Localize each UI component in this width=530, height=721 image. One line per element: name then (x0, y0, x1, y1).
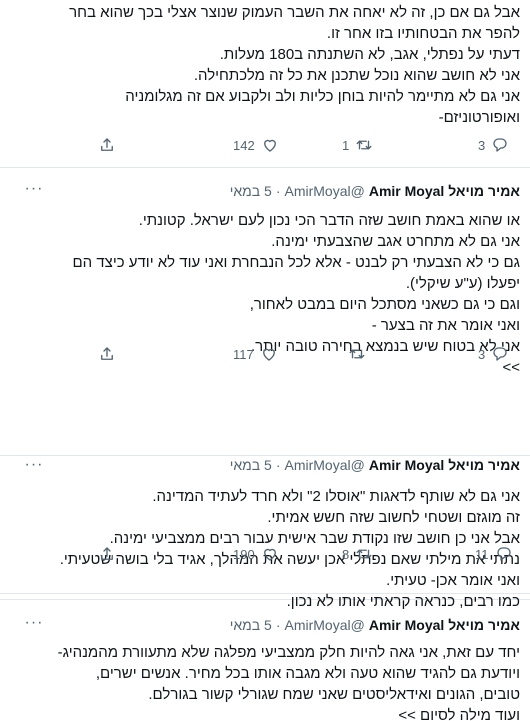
retweet-icon (356, 549, 372, 559)
tweet-line: ויודעת גם להגיד שהוא טעה ולא מגבה אותו ב… (95, 665, 520, 682)
tweet-line: אני גם לא מתחרט אגב שהצבעתי ימינה. (271, 233, 520, 250)
heart-icon (263, 139, 276, 152)
tweet-actions: 3 117 (0, 342, 530, 366)
retweet-button[interactable]: 8 (342, 542, 373, 566)
more-icon[interactable]: ··· (22, 180, 46, 202)
heart-icon (263, 548, 276, 561)
tweet[interactable]: אמיר מויאל Amir Moyal @AmirMoyal · 5 במא… (0, 168, 530, 456)
reply-icon (493, 138, 507, 152)
reply-icon (496, 547, 511, 561)
reply-count: 3 (478, 346, 486, 362)
reply-count: 3 (478, 137, 486, 153)
tweet-line: ועוד מילה לסיום >> (398, 707, 520, 721)
tweet-line: גם כי לא הצבעתי רק לבנט - אלא לכל הנבחרת… (72, 254, 520, 271)
tweet-time[interactable]: 5 במאי (230, 180, 272, 202)
author-handle[interactable]: @AmirMoyal (285, 180, 365, 202)
tweet[interactable]: אבל גם אם כן, זה לא יאחה את השבר העמוק ש… (0, 0, 530, 168)
tweet-line: ואופורטוניזם- (438, 109, 520, 126)
share-button[interactable] (98, 342, 116, 366)
share-button[interactable] (98, 133, 116, 157)
tweet-line: ואני אומר אכן- טעיתי. (386, 572, 520, 589)
like-count: 190 (233, 546, 255, 562)
author-handle[interactable]: @AmirMoyal (285, 614, 365, 636)
tweet-line: טובים, הגונים ואידאליסטים שאני שמח שגורל… (148, 686, 520, 703)
share-icon (101, 547, 113, 560)
separator-dot: · (275, 617, 281, 633)
like-count: 117 (233, 346, 254, 362)
retweet-count: 1 (342, 137, 350, 153)
tweet-line: יפעלו (ע"ע שיקלי). (405, 275, 520, 292)
tweet[interactable]: אמיר מויאל Amir Moyal @AmirMoyal · 5 במא… (0, 600, 530, 721)
reply-count: 11 (475, 546, 489, 562)
tweet-line: יחד עם זאת, אני גאה להיות חלק ממצביעי מפ… (57, 644, 520, 661)
retweet-icon (356, 140, 372, 150)
share-icon (101, 138, 113, 151)
author-name[interactable]: אמיר מויאל Amir Moyal (369, 180, 520, 202)
tweet-line: להפר את הבטחותיו בזו אחר זו. (326, 25, 520, 42)
tweet-line: או שהוא באמת חושב שזה הדבר הכי נכון לעם … (138, 212, 520, 229)
tweet-line: זה מוגזם ושטחי לחשוב שזה חשש אמיתי. (267, 509, 520, 526)
reply-button[interactable]: 11 (475, 542, 513, 566)
heart-icon (262, 348, 275, 361)
tweet-header: אמיר מויאל Amir Moyal @AmirMoyal · 5 במא… (25, 180, 521, 202)
tweet-line: דעתי על נפתלי, אגב, לא השתנתה ב180 מעלות… (219, 46, 520, 63)
tweet-text: אבל גם אם כן, זה לא יאחה את השבר העמוק ש… (36, 2, 520, 128)
tweet-body[interactable]: אני גם לא שותף לדאגות "אוסלו 2" ולא חרד … (0, 456, 530, 610)
more-icon[interactable]: ··· (22, 614, 46, 636)
reply-button[interactable]: 3 (478, 133, 509, 157)
tweet-line: ואני אומר את זה בצער - (371, 317, 520, 334)
tweet-line: אני לא חושב שהוא נוכל שתכנן את כל זה מלכ… (193, 67, 520, 84)
reply-icon (493, 347, 507, 361)
tweet-actions: 11 8 190 (0, 542, 530, 566)
tweet-actions: 3 1 142 (0, 133, 530, 157)
tweet-line: אבל גם אם כן, זה לא יאחה את השבר העמוק ש… (69, 4, 520, 21)
tweet-line: אני גם לא שותף לדאגות "אוסלו 2" ולא חרד … (152, 488, 520, 505)
retweet-count: 8 (342, 546, 350, 562)
like-button[interactable]: 142 (233, 133, 279, 157)
like-button[interactable]: 117 (233, 342, 278, 366)
separator-dot: · (275, 183, 281, 199)
reply-button[interactable]: 3 (478, 342, 509, 366)
share-button[interactable] (98, 542, 116, 566)
author-name[interactable]: אמיר מויאל Amir Moyal (369, 614, 520, 636)
tweet-header: אמיר מויאל Amir Moyal @AmirMoyal · 5 במא… (25, 614, 521, 636)
retweet-button[interactable] (342, 342, 366, 366)
tweet-line: וגם כי גם כשאני מסתכל היום במבט לאחור, (249, 296, 520, 313)
share-icon (101, 347, 113, 360)
tweet-text: יחד עם זאת, אני גאה להיות חלק ממצביעי מפ… (36, 642, 520, 721)
retweet-icon (349, 349, 365, 359)
like-button[interactable]: 190 (233, 542, 279, 566)
retweet-button[interactable]: 1 (342, 133, 373, 157)
like-count: 142 (233, 137, 255, 153)
tweet-line: אני גם לא מתיימר להיות בוחן כליות ולב ול… (125, 88, 520, 105)
tweet-time[interactable]: 5 במאי (230, 614, 272, 636)
